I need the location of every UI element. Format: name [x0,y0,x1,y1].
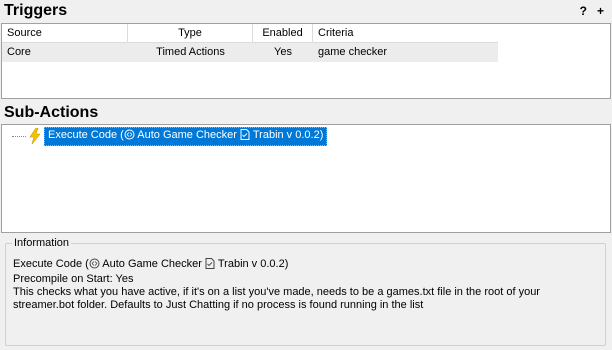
help-icon[interactable]: ? [580,4,587,18]
trigger-enabled-cell: Yes [274,46,292,58]
document-icon [205,258,215,273]
information-line-2: Precompile on Start: Yes [13,273,134,285]
information-line-1: Execute Code ( Auto Game Checker Trabin … [13,258,599,273]
info-name: Auto Game Checker [102,258,202,270]
code-icon [89,258,100,273]
code-icon [124,129,135,144]
sub-action-prefix: Execute Code ( [48,128,124,141]
tree-connector [12,135,26,137]
add-trigger-icon[interactable]: + [597,4,604,18]
sub-action-version: Trabin v 0.0.2) [252,128,324,141]
information-text: Execute Code ( Auto Game Checker Trabin … [13,258,599,312]
info-prefix: Execute Code ( [13,258,89,270]
sub-actions-title: Sub-Actions [4,104,99,121]
trigger-criteria-cell: game checker [318,46,388,58]
trigger-source-cell: Core [7,46,31,58]
column-header-criteria[interactable]: Criteria [313,24,498,43]
info-version: Trabin v 0.0.2) [217,258,289,270]
triggers-header-row: Source Type Enabled Criteria [2,24,498,43]
column-header-type[interactable]: Type [128,24,253,43]
sub-actions-tree[interactable]: Execute Code ( Auto Game Checker Trabin … [1,124,611,233]
triggers-grid: Source Type Enabled Criteria Core Timed … [2,24,498,62]
lightning-bolt-icon [28,127,42,145]
triggers-title: Triggers [4,2,68,19]
triggers-list[interactable]: Source Type Enabled Criteria Core Timed … [1,23,611,99]
information-line-3: This checks what you have active, if it'… [13,286,540,311]
column-header-source[interactable]: Source [2,24,128,43]
column-header-enabled[interactable]: Enabled [253,24,313,43]
table-row[interactable]: Core Timed Actions Yes game checker [2,43,498,62]
document-icon [240,128,250,144]
information-legend: Information [12,237,72,249]
sub-action-name: Auto Game Checker [137,128,237,141]
triggers-header-actions: ? + [580,4,604,18]
trigger-type-cell: Timed Actions [156,46,225,58]
information-group: Information Execute Code ( Auto Game Che… [5,237,606,346]
sub-action-label[interactable]: Execute Code ( Auto Game Checker Trabin … [44,126,328,146]
tree-item[interactable]: Execute Code ( Auto Game Checker Trabin … [12,126,328,146]
